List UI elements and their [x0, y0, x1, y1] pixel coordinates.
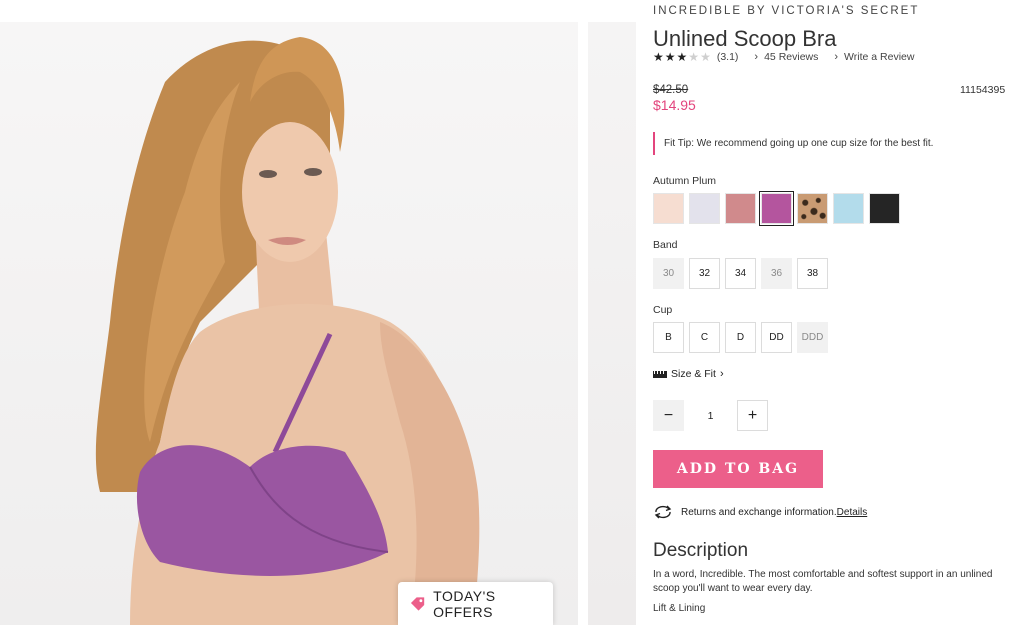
cup-label: Cup	[653, 304, 673, 316]
color-swatch[interactable]	[759, 191, 794, 226]
rating-stars: ★ ★ ★ ★ ★	[653, 51, 711, 63]
size-fit-label: Size & Fit	[671, 368, 716, 380]
cup-size-option[interactable]: DD	[761, 322, 792, 353]
description-body: In a word, Incredible. The most comforta…	[653, 569, 993, 594]
color-swatches	[653, 191, 900, 226]
color-swatch[interactable]	[797, 193, 828, 224]
description-heading: Description	[653, 540, 749, 561]
band-size-option[interactable]: 32	[689, 258, 720, 289]
band-size-option[interactable]: 36	[761, 258, 792, 289]
chevron-right-icon: ›	[834, 51, 839, 63]
write-review-link[interactable]: › Write a Review	[834, 51, 914, 63]
quantity-decrease-button[interactable]: −	[653, 400, 684, 431]
add-to-bag-button[interactable]: ADD TO BAG	[653, 450, 823, 488]
cup-size-option[interactable]: C	[689, 322, 720, 353]
write-review-label: Write a Review	[844, 51, 915, 63]
star-icon: ★	[676, 50, 688, 64]
product-gallery	[0, 22, 636, 625]
description-subheading: Lift & Lining	[653, 603, 706, 614]
star-icon: ★	[653, 50, 664, 64]
cup-size-option[interactable]: D	[725, 322, 756, 353]
chevron-right-icon: ›	[719, 368, 724, 380]
band-sizes: 30 32 34 36 38	[653, 258, 828, 289]
chevron-right-icon: ›	[754, 51, 759, 63]
price-sale: $14.95	[653, 97, 696, 113]
fit-tip: Fit Tip: We recommend going up one cup s…	[653, 132, 933, 155]
star-icon: ★	[688, 50, 700, 64]
star-icon: ★	[700, 50, 711, 64]
price-tag-icon	[410, 596, 425, 611]
band-label: Band	[653, 239, 678, 251]
todays-offers-button[interactable]: TODAY'S OFFERS	[398, 582, 553, 625]
color-swatch[interactable]	[869, 193, 900, 224]
price-original: $42.50	[653, 84, 689, 96]
reviews-link[interactable]: › 45 Reviews	[754, 51, 818, 63]
ruler-icon	[653, 370, 667, 378]
band-size-option[interactable]: 30	[653, 258, 684, 289]
quantity-stepper: − 1 +	[653, 400, 768, 431]
product-photo-secondary[interactable]	[588, 22, 636, 625]
rating-row: ★ ★ ★ ★ ★ (3.1) › 45 Reviews › Write a Revie…	[653, 51, 930, 63]
color-swatch[interactable]	[725, 193, 756, 224]
returns-info: Returns and exchange information.Details	[653, 505, 867, 519]
band-size-option[interactable]: 38	[797, 258, 828, 289]
quantity-increase-button[interactable]: +	[737, 400, 768, 431]
color-swatch[interactable]	[689, 193, 720, 224]
size-fit-link[interactable]: Size & Fit ›	[653, 368, 724, 380]
product-photo-main[interactable]	[0, 22, 578, 625]
exchange-arrows-icon	[654, 505, 672, 519]
product-brand: INCREDIBLE BY VICTORIA'S SECRET	[653, 5, 920, 17]
color-label: Autumn Plum	[653, 175, 717, 187]
rating-value: (3.1)	[716, 51, 739, 63]
model-illustration	[95, 37, 480, 625]
color-swatch[interactable]	[653, 193, 684, 224]
star-icon: ★	[664, 50, 676, 64]
returns-text: Returns and exchange information.Details	[681, 506, 868, 518]
product-title: Unlined Scoop Bra	[653, 26, 837, 51]
band-size-option[interactable]: 34	[725, 258, 756, 289]
cup-sizes: B C D DD DDD	[653, 322, 828, 353]
quantity-value[interactable]: 1	[684, 410, 737, 422]
todays-offers-label: TODAY'S OFFERS	[433, 587, 496, 620]
reviews-link-label: 45 Reviews	[764, 51, 819, 63]
product-sku: 11154395	[960, 84, 1006, 96]
cup-size-option[interactable]: DDD	[797, 322, 828, 353]
returns-details-link[interactable]: Details	[837, 507, 868, 518]
color-swatch[interactable]	[833, 193, 864, 224]
cup-size-option[interactable]: B	[653, 322, 684, 353]
